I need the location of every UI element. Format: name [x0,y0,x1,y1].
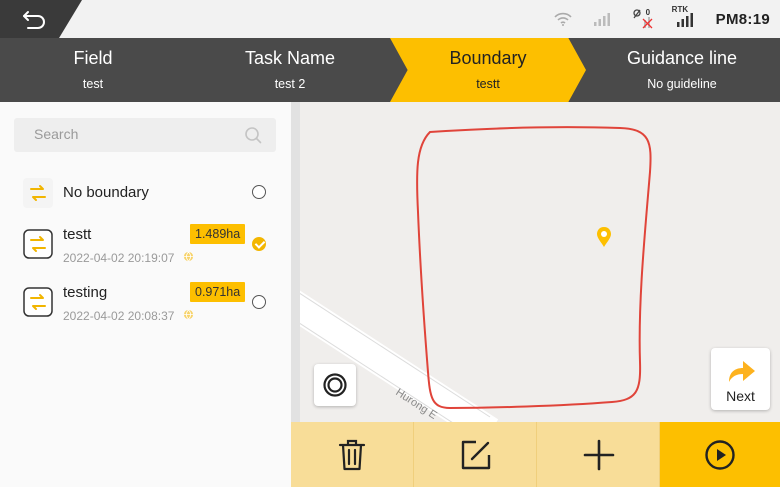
back-icon [23,11,45,29]
back-button[interactable] [0,0,82,38]
locate-icon [323,373,347,397]
radio-button[interactable] [252,237,266,251]
edit-button[interactable] [414,422,537,487]
list-item-testt[interactable]: testt 2022-04-02 20:19:07 1.489ha [0,216,291,270]
list-item-title: No boundary [63,184,149,201]
step-value: test 2 [274,77,306,91]
step-value: test [82,77,104,91]
step-label: Task Name [244,48,336,68]
satellite-count: 0 [645,8,651,17]
list-item-title: testing [63,284,108,301]
wifi-icon [554,12,572,26]
list-item-date: 2022-04-02 20:08:37 [63,309,175,323]
step-task-name[interactable]: Task Name test 2 [186,38,394,102]
step-label: Boundary [449,48,527,68]
delete-button[interactable] [291,422,414,487]
list-item-date: 2022-04-02 20:19:07 [63,251,175,265]
step-field[interactable]: Field test [0,38,186,102]
add-button[interactable] [537,422,660,487]
globe-icon [183,309,194,320]
rtk-signal-icon: RTK [672,5,694,27]
rtk-label: RTK [671,5,689,14]
bottom-toolbar [291,422,780,487]
start-button[interactable] [660,422,780,487]
satellite-icon: 0 [632,8,654,30]
search-input[interactable] [34,126,234,142]
plus-icon [583,439,615,471]
map-view[interactable]: Hurong E Next [300,102,780,422]
area-badge: 0.971ha [190,282,246,302]
step-value: testt [476,77,500,91]
step-boundary[interactable]: Boundary testt [390,38,586,102]
list-item-testing[interactable]: testing 2022-04-02 20:08:37 0.971ha [0,274,291,328]
next-button[interactable]: Next [711,348,770,410]
next-arrow-icon [729,361,755,382]
edit-icon [461,440,491,470]
next-label: Next [726,388,755,404]
boundary-outline [416,126,652,410]
step-label: Field [73,48,113,68]
map-canvas: Hurong E [300,126,652,422]
search-box[interactable] [14,118,276,152]
radio-button[interactable] [252,295,266,309]
locate-button[interactable] [314,364,356,406]
play-icon [705,440,735,470]
search-icon[interactable] [244,126,262,144]
step-value: No guideline [647,77,717,91]
trash-icon [338,439,366,471]
radio-button[interactable] [252,185,266,199]
boundary-icon [23,287,53,317]
boundary-icon [23,229,53,259]
workflow-steps: Field test Task Name test 2 Boundary tes… [0,38,780,102]
globe-icon [183,251,194,262]
boundary-list-panel: No boundary testt 2022-04-02 20:19:07 1.… [0,102,291,487]
step-guidance-line[interactable]: Guidance line No guideline [584,38,780,102]
location-pin-icon [597,227,611,247]
signal-icon [593,12,610,26]
list-item-no-boundary[interactable]: No boundary [0,166,291,220]
list-item-title: testt [63,226,92,243]
status-bar: 0 RTK PM8:19 [0,0,780,38]
boundary-icon [23,178,53,208]
step-label: Guidance line [626,48,738,68]
area-badge: 1.489ha [190,224,246,244]
clock: PM8:19 [715,10,770,28]
